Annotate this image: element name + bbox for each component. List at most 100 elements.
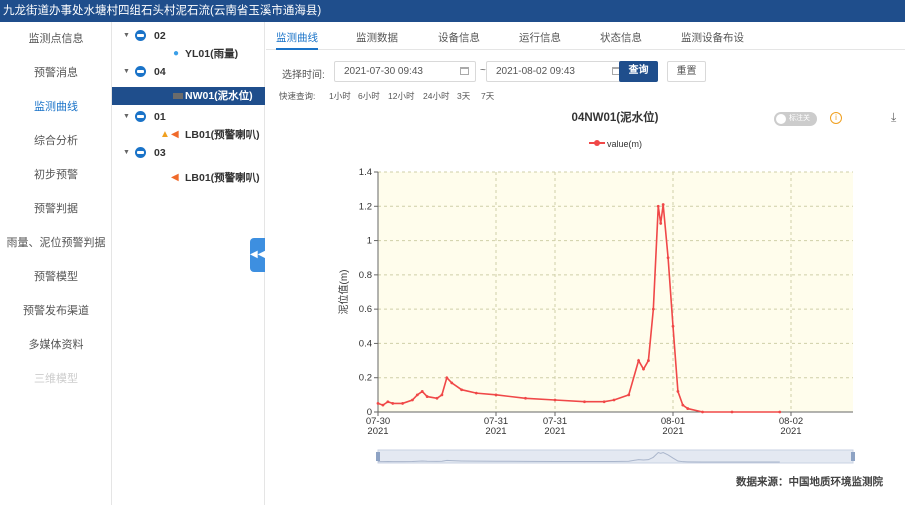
x-tick-label: 08-01 — [661, 416, 685, 427]
tree-leaf-lb01-warning[interactable]: ▲ ◀ LB01(预警喇叭) — [112, 126, 265, 144]
data-point[interactable] — [391, 402, 395, 405]
collapse-tree-button[interactable]: ◀◀ — [250, 238, 265, 272]
caret-down-icon[interactable]: ▼ — [123, 63, 130, 81]
tab-monitoring-curve[interactable]: 监测曲线 — [276, 28, 318, 50]
y-axis-label: 泥位值(m) — [337, 270, 350, 315]
data-point[interactable] — [450, 381, 454, 385]
y-tick-label: 0.6 — [359, 304, 372, 315]
quick-1h[interactable]: 1小时 — [329, 90, 351, 102]
data-point[interactable] — [401, 402, 404, 405]
data-point[interactable] — [778, 410, 782, 414]
caret-down-icon[interactable]: ▼ — [123, 27, 130, 45]
data-point[interactable] — [524, 396, 527, 400]
data-point[interactable] — [612, 398, 616, 402]
data-zoom-slider[interactable] — [376, 449, 855, 464]
start-time-input[interactable]: 2021-07-30 09:43 — [334, 61, 476, 82]
data-point[interactable] — [415, 393, 419, 397]
x-tick-label: 08-02 — [779, 416, 803, 427]
nav-item-rain-level-criteria[interactable]: 雨量、泥位预警判据 — [0, 226, 112, 260]
data-point[interactable] — [553, 398, 557, 402]
quick-6h[interactable]: 6小时 — [358, 90, 380, 102]
data-point[interactable] — [701, 410, 704, 414]
quick-query-label: 快速查询: — [279, 91, 316, 101]
data-point[interactable] — [602, 400, 606, 404]
tree-leaf-lb01[interactable]: ◀ LB01(预警喇叭) — [112, 169, 265, 187]
legend-label: value(m) — [607, 139, 642, 149]
tree-leaf-nw01[interactable]: NW01(泥水位) — [112, 87, 265, 105]
quick-3d[interactable]: 3天 — [457, 90, 470, 102]
end-time-input[interactable]: 2021-08-02 09:43 — [486, 61, 628, 82]
data-point[interactable] — [637, 359, 640, 362]
tab-device-layout[interactable]: 监测设备布设 — [681, 28, 744, 50]
database-icon — [135, 30, 146, 41]
data-point[interactable] — [425, 395, 429, 398]
chart-legend[interactable]: value(m) — [589, 139, 642, 149]
info-icon[interactable]: i — [830, 112, 842, 124]
nav-item-warning-criteria[interactable]: 预警判据 — [0, 192, 112, 226]
data-point[interactable] — [671, 324, 675, 328]
series-line[interactable] — [377, 204, 780, 413]
tree-leaf-yl01[interactable]: ● YL01(雨量) — [112, 45, 265, 63]
nav-item-monitoring-curve[interactable]: 监测曲线 — [0, 90, 112, 124]
data-point[interactable] — [730, 410, 734, 414]
data-point[interactable] — [666, 256, 670, 260]
caret-down-icon[interactable]: ▼ — [123, 144, 130, 162]
data-point[interactable] — [381, 403, 385, 407]
tree-group-02[interactable]: ▼ 02 — [112, 27, 265, 45]
data-point[interactable] — [474, 391, 478, 395]
slider-handle-right[interactable] — [851, 452, 855, 461]
raindrop-icon: ● — [173, 48, 180, 59]
level-gauge-icon — [173, 93, 183, 99]
data-point[interactable] — [411, 398, 414, 402]
data-point[interactable] — [583, 400, 586, 404]
data-point[interactable] — [651, 307, 655, 311]
data-point[interactable] — [647, 359, 650, 362]
y-tick-label: 1.4 — [359, 167, 372, 178]
data-point[interactable] — [386, 400, 390, 404]
nav-item-preliminary-warning[interactable]: 初步预警 — [0, 158, 112, 192]
data-point[interactable] — [676, 390, 680, 393]
nav-item-multimedia[interactable]: 多媒体资料 — [0, 328, 112, 362]
data-point[interactable] — [494, 393, 498, 397]
query-button[interactable]: 查询 — [619, 61, 658, 82]
tab-monitoring-data[interactable]: 监测数据 — [356, 28, 398, 50]
nav-item-warning-model[interactable]: 预警模型 — [0, 260, 112, 294]
tree-group-04[interactable]: ▼ 04 — [112, 63, 265, 81]
data-point[interactable] — [659, 222, 663, 225]
data-point[interactable] — [656, 204, 660, 208]
x-tick-label: 07-31 — [484, 416, 508, 427]
quick-24h[interactable]: 24小时 — [423, 90, 449, 102]
data-point[interactable] — [661, 203, 665, 206]
download-icon[interactable]: ⤓ — [891, 110, 896, 125]
nav-item-warning-messages[interactable]: 预警消息 — [0, 56, 112, 90]
nav-item-monitoring-point-info[interactable]: 监测点信息 — [0, 22, 112, 56]
data-point[interactable] — [435, 396, 439, 400]
data-point[interactable] — [420, 390, 424, 393]
device-tree: ▼ 02 ● YL01(雨量) ▼ 04 NW01(泥水位) ▼ 01 ▲ ◀ … — [112, 22, 265, 505]
slider-track[interactable] — [377, 449, 854, 464]
nav-item-release-channels[interactable]: 预警发布渠道 — [0, 294, 112, 328]
caret-down-icon[interactable]: ▼ — [123, 108, 130, 126]
data-point[interactable] — [681, 403, 685, 407]
tab-operation-info[interactable]: 运行信息 — [519, 28, 561, 50]
quick-12h[interactable]: 12小时 — [388, 90, 414, 102]
tree-group-03[interactable]: ▼ 03 — [112, 144, 265, 162]
slider-handle-left[interactable] — [376, 452, 380, 461]
annotation-toggle[interactable]: 标注关 — [774, 112, 817, 126]
tree-group-01[interactable]: ▼ 01 — [112, 108, 265, 126]
data-point[interactable] — [460, 388, 463, 392]
data-point[interactable] — [627, 393, 631, 397]
data-point[interactable] — [376, 402, 380, 405]
data-point[interactable] — [686, 407, 690, 410]
tab-device-info[interactable]: 设备信息 — [438, 28, 480, 50]
database-icon — [135, 111, 146, 122]
nav-item-comprehensive-analysis[interactable]: 综合分析 — [0, 124, 112, 158]
tab-status-info[interactable]: 状态信息 — [600, 28, 642, 50]
reset-button[interactable]: 重置 — [667, 61, 706, 82]
range-separator: ~ — [480, 65, 486, 76]
quick-7d[interactable]: 7天 — [481, 90, 494, 102]
data-point[interactable] — [642, 367, 645, 371]
calendar-icon — [460, 67, 469, 75]
data-point[interactable] — [445, 376, 449, 380]
data-point[interactable] — [440, 393, 444, 397]
